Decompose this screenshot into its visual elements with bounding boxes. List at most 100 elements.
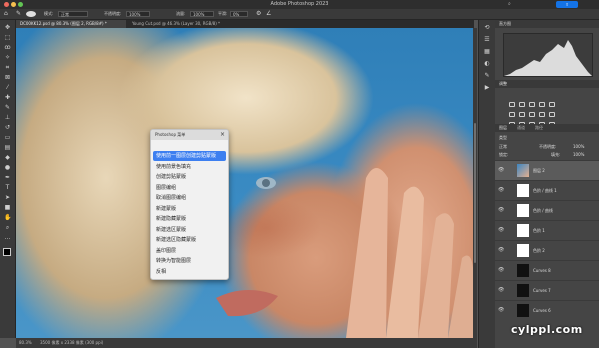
stamp-icon[interactable]: ⊥ [4, 114, 11, 121]
dodge-icon[interactable]: ● [4, 164, 11, 171]
menu-item[interactable]: 创建剪贴蒙版 [153, 172, 226, 182]
tab-paths[interactable]: 路径 [535, 124, 543, 132]
zoom-level[interactable]: 80.3% [19, 340, 32, 345]
visibility-eye-icon[interactable]: 👁 [498, 227, 504, 233]
mode-select[interactable]: 正常 [58, 11, 88, 17]
tab-document-2[interactable]: Young Cut.psd @ 46.3% (Layer 30, RGB/8) … [128, 20, 238, 28]
tab-channels[interactable]: 通道 [517, 124, 525, 132]
lips [216, 289, 278, 317]
eyedropper-icon[interactable]: ⁄ [4, 84, 11, 91]
menu-item[interactable]: 反相 [153, 267, 226, 277]
foreground-color-swatch[interactable] [3, 248, 11, 256]
brush-tool-icon[interactable]: ✎ [16, 11, 21, 17]
brush-icon[interactable]: ✎ [4, 104, 11, 111]
smoothing-value: 0% [233, 12, 240, 17]
more-icon[interactable]: … [4, 234, 11, 241]
actions-icon[interactable]: ▶ [483, 84, 491, 92]
menu-item[interactable]: 新建蒙版 [153, 204, 226, 214]
canvas-scrollbar[interactable] [473, 28, 477, 338]
marquee-icon[interactable]: ⬚ [4, 34, 11, 41]
color-icon[interactable]: ◐ [483, 60, 491, 68]
tab-layers[interactable]: 图层 [499, 124, 507, 132]
blur-icon[interactable]: ◆ [4, 154, 11, 161]
visibility-eye-icon[interactable]: 👁 [498, 207, 504, 213]
flow-label: 流量: [176, 11, 186, 16]
brush-preset-picker[interactable] [26, 11, 36, 17]
visibility-eye-icon[interactable]: 👁 [498, 267, 504, 273]
layer-kind-filter[interactable]: 类型 [499, 135, 507, 141]
mode-value: 正常 [61, 12, 69, 17]
flow-field[interactable]: 100% [190, 11, 214, 17]
document-canvas[interactable] [16, 28, 473, 338]
layer-name: Curves 7 [533, 288, 551, 293]
layer-opacity-value[interactable]: 100% [573, 144, 584, 149]
fill-value[interactable]: 100% [573, 152, 584, 157]
visibility-eye-icon[interactable]: 👁 [498, 287, 504, 293]
layer-row[interactable]: 👁 图层 2 [495, 160, 599, 180]
visibility-eye-icon[interactable]: 👁 [498, 307, 504, 313]
move-icon[interactable]: ✥ [4, 24, 11, 31]
visibility-eye-icon[interactable]: 👁 [498, 167, 504, 173]
history-brush-icon[interactable]: ↺ [4, 124, 11, 131]
layer-row[interactable]: 👁 Curves 8 [495, 260, 599, 280]
eraser-icon[interactable]: ▭ [4, 134, 11, 141]
menu-item[interactable]: 新建选区隐藏蒙版 [153, 235, 226, 245]
pen-icon[interactable]: ✒ [4, 174, 11, 181]
blend-mode-select[interactable]: 正常 [499, 144, 507, 150]
history-icon[interactable]: ⟲ [483, 24, 491, 32]
path-select-icon[interactable]: ➤ [4, 194, 11, 201]
angle-icon[interactable]: ∠ [266, 11, 271, 17]
gradient-icon[interactable]: ▤ [4, 144, 11, 151]
tab-document-1[interactable]: DC00KK12.psd @ 80.3% (图层 2, RGB/8#) * [16, 20, 126, 28]
quick-select-icon[interactable]: ✧ [4, 54, 11, 61]
menu-item[interactable]: 取消图层编组 [153, 193, 226, 203]
layer-name: Curves 8 [533, 268, 551, 273]
smoothing-field[interactable]: 0% [230, 11, 248, 17]
menu-item[interactable]: 新建选区蒙版 [153, 225, 226, 235]
layer-row[interactable]: 👁 色阶 2 [495, 240, 599, 260]
menu-item[interactable]: 盖印图层 [153, 246, 226, 256]
menu-item[interactable]: 使用前一图层创建剪贴蒙版 [153, 151, 226, 161]
properties-icon[interactable]: ☰ [483, 36, 491, 44]
share-button[interactable]: ⇪ [556, 1, 578, 8]
visibility-eye-icon[interactable]: 👁 [498, 247, 504, 253]
layer-row[interactable]: 👁 色阶 1 [495, 220, 599, 240]
menu-item[interactable]: 转换为智能图层 [153, 256, 226, 266]
hand-icon[interactable]: ✋ [4, 214, 11, 221]
menu-item[interactable]: 使用前景色填充 [153, 162, 226, 172]
watermark: cylppl.com [511, 323, 583, 336]
tab-adjustments[interactable]: 调整 [499, 80, 507, 88]
context-menu-header: Photoshop 菜单 × [151, 130, 228, 140]
healing-icon[interactable]: ✚ [4, 94, 11, 101]
opacity-field[interactable]: 100% [126, 11, 150, 17]
tab-label: DC00KK12.psd @ 80.3% (图层 2, RGB/8#) * [20, 21, 107, 26]
tab-histogram[interactable]: 直方图 [499, 20, 511, 28]
visibility-eye-icon[interactable]: 👁 [498, 187, 504, 193]
menu-item[interactable]: 图层编组 [153, 183, 226, 193]
type-icon[interactable]: T [4, 184, 11, 191]
home-icon[interactable]: ⌂ [4, 11, 8, 17]
menu-item[interactable]: 新建隐藏蒙版 [153, 214, 226, 224]
blend-row: 正常 不透明度: 100% [499, 143, 595, 150]
lasso-icon[interactable]: ꝏ [4, 44, 11, 51]
layer-row[interactable]: 👁 Curves 7 [495, 280, 599, 300]
adjustment-icons-row-3 [509, 112, 559, 127]
crop-icon[interactable]: ⌗ [4, 64, 11, 71]
close-icon[interactable]: × [220, 130, 225, 140]
layer-name: Curves 6 [533, 308, 551, 313]
layers-panel-tabs: 图层 通道 路径 [495, 124, 599, 132]
lock-label: 锁定: [499, 152, 509, 157]
layer-row[interactable]: 👁 色阶 / 曲线 [495, 200, 599, 220]
swatches-icon[interactable]: ▦ [483, 48, 491, 56]
frame-icon[interactable]: ⊠ [4, 74, 11, 81]
layer-row[interactable]: 👁 Curves 6 [495, 300, 599, 320]
brush-settings-icon[interactable]: ✎ [483, 72, 491, 80]
settings-gear-icon[interactable]: ⚙ [256, 11, 261, 17]
shape-icon[interactable]: ■ [4, 204, 11, 211]
zoom-icon[interactable]: ⌕ [4, 224, 11, 231]
histogram-graph [504, 40, 592, 76]
layer-row[interactable]: 👁 色阶 / 曲线 1 [495, 180, 599, 200]
status-bar: 80.3% 3500 像素 x 2338 像素 (300 ppi) [16, 338, 477, 348]
scrollbar-thumb[interactable] [474, 123, 476, 263]
search-icon[interactable]: ⌕ [508, 1, 520, 8]
